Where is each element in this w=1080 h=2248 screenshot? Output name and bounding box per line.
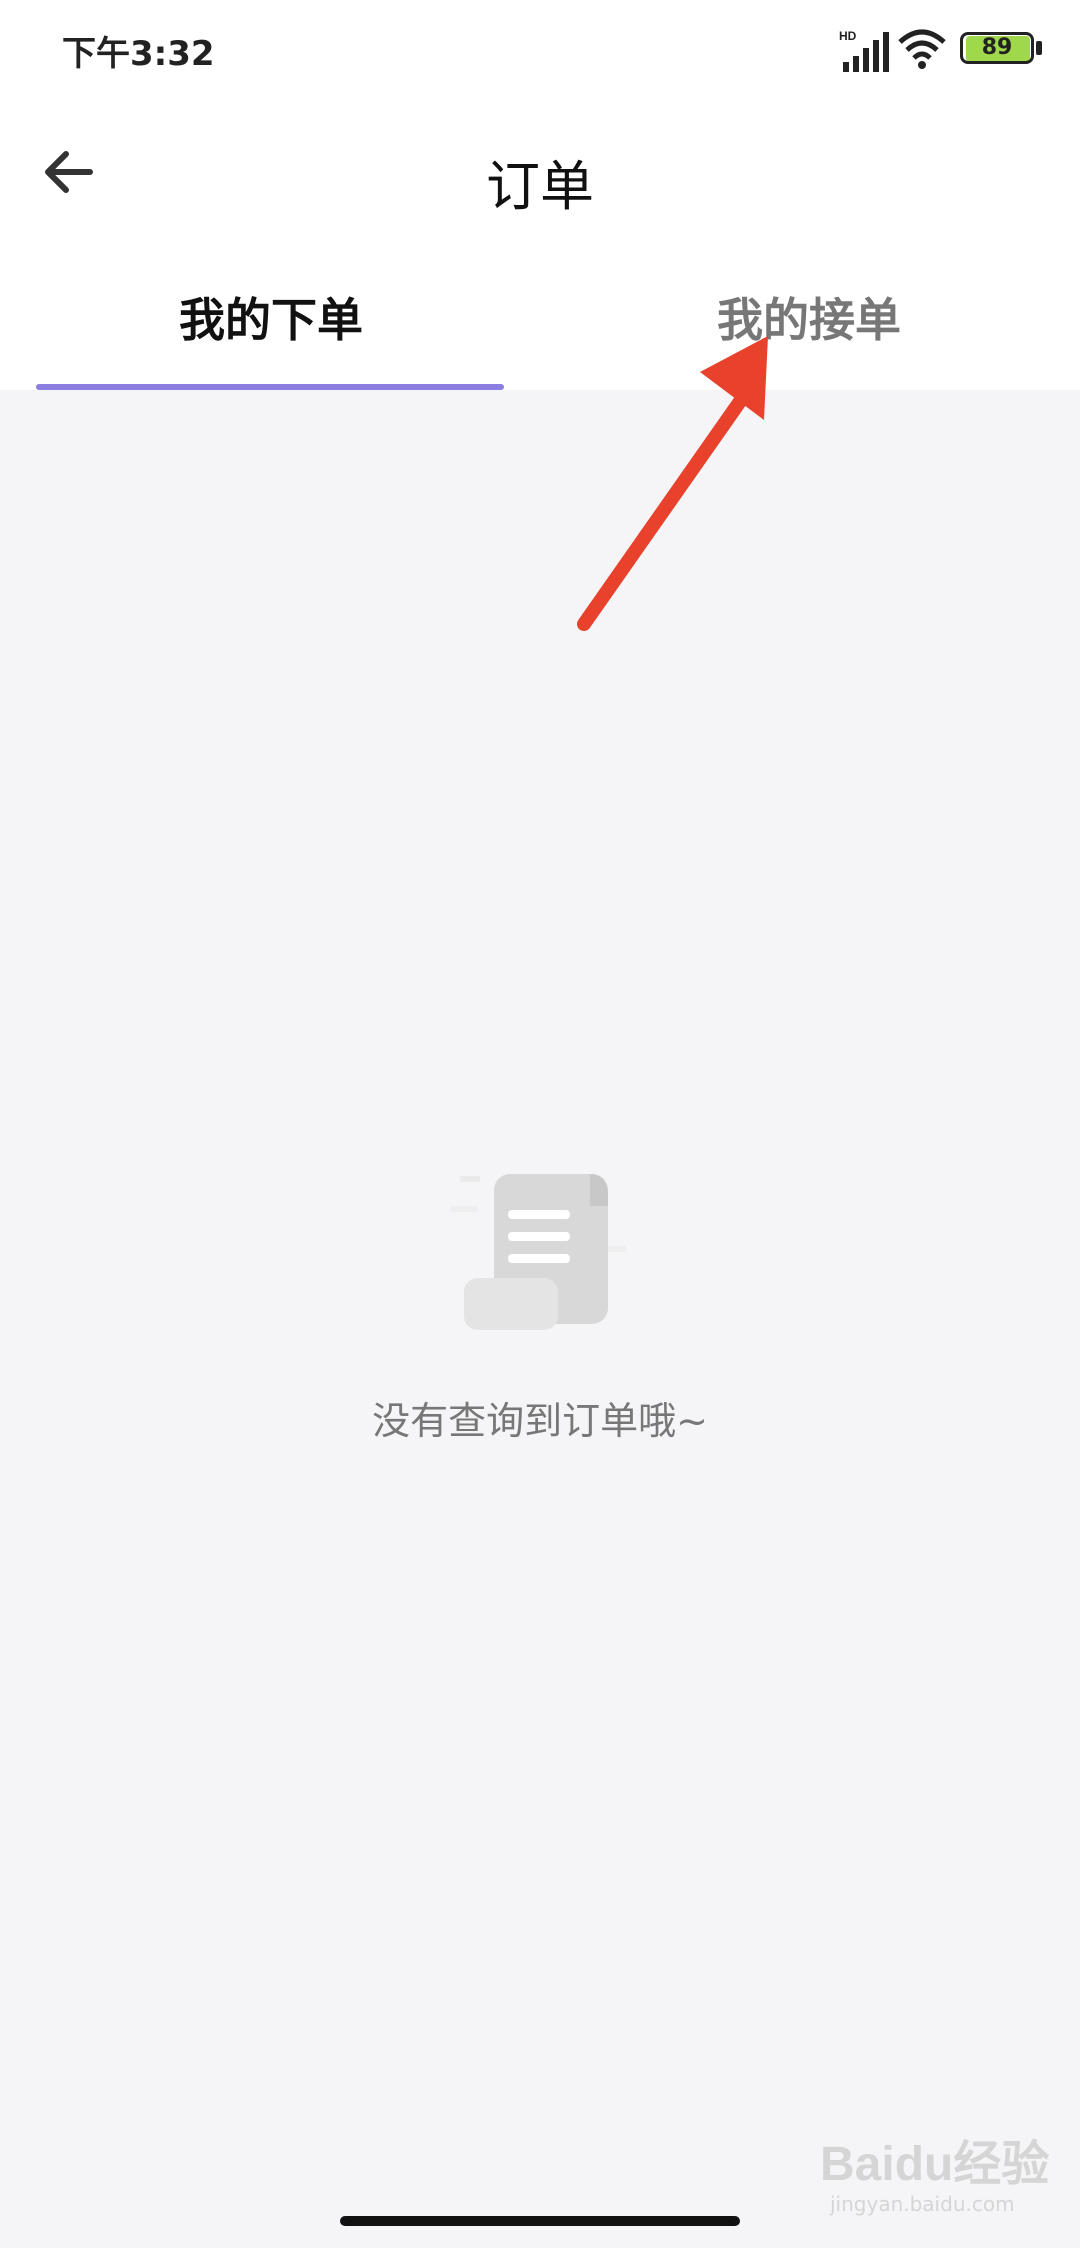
status-bar: 下午3:32 HD 89 [0, 0, 1080, 100]
status-time: 下午3:32 [62, 34, 215, 74]
battery-level-text: 89 [981, 35, 1013, 60]
battery-cap [1036, 41, 1042, 55]
battery-icon: 89 [960, 32, 1044, 66]
empty-state-message: 没有查询到订单哦~ [372, 1399, 708, 1443]
scroll-document-icon [450, 1174, 626, 1330]
tab-my-orders-accepted[interactable]: 我的接单 [574, 250, 1044, 390]
watermark-logo: Baidu经验 [820, 2138, 1050, 2191]
tab-bar: 我的下单 我的接单 [0, 250, 1080, 390]
active-tab-indicator [36, 384, 504, 390]
wifi-icon [898, 29, 946, 69]
watermark-url: jingyan.baidu.com [830, 2192, 1015, 2216]
baidu-watermark: Baidu经验 jingyan.baidu.com [820, 2110, 1060, 2220]
page-title: 订单 [486, 155, 594, 218]
home-indicator[interactable] [340, 2216, 740, 2226]
header-bar: 订单 [0, 100, 1080, 250]
tab-my-orders-placed[interactable]: 我的下单 [36, 250, 506, 390]
network-label: HD [839, 29, 857, 43]
signal-icon: HD [839, 29, 889, 72]
